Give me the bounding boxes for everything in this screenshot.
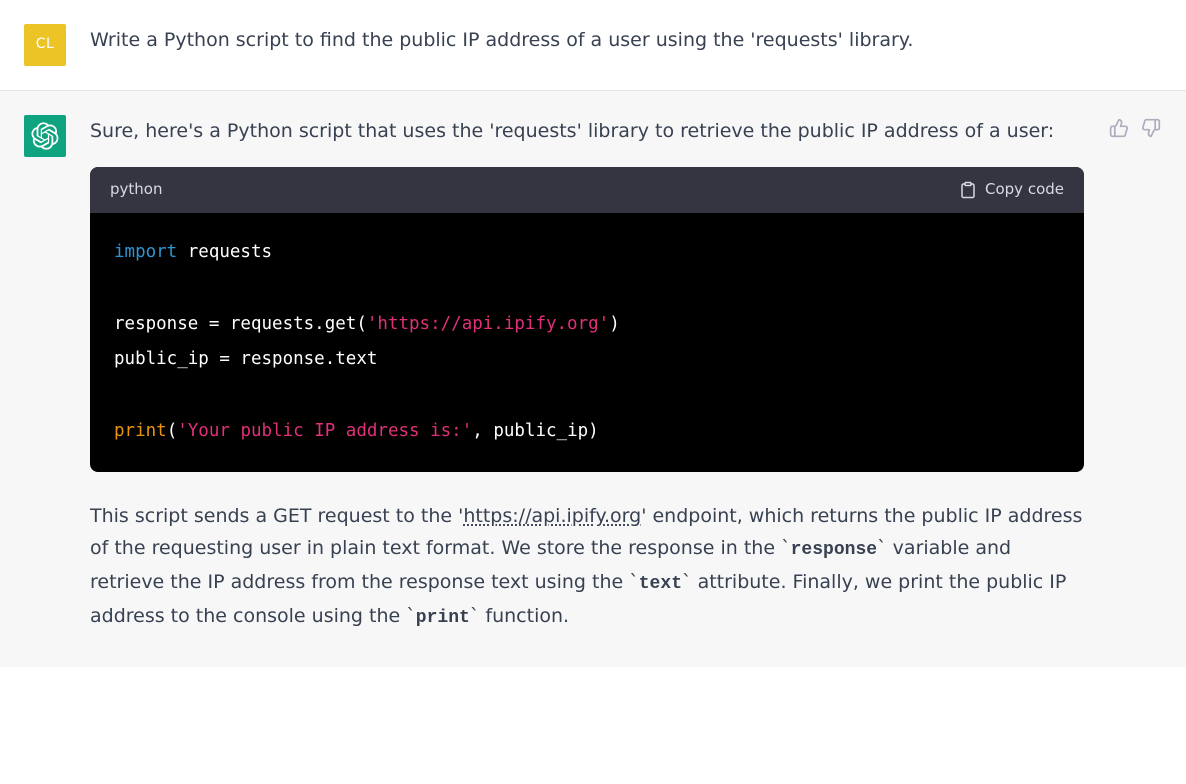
copy-code-button[interactable]: Copy code bbox=[959, 177, 1064, 203]
code-block: python Copy code import requests respons… bbox=[90, 167, 1084, 472]
user-avatar: CL bbox=[24, 24, 66, 66]
explanation-fragment: This script sends a GET request to the ' bbox=[90, 505, 463, 527]
thumbs-down-button[interactable] bbox=[1140, 117, 1162, 139]
user-message-row: CL Write a Python script to find the pub… bbox=[0, 0, 1186, 91]
openai-logo-icon bbox=[31, 122, 59, 150]
copy-code-label: Copy code bbox=[985, 177, 1064, 203]
inline-code-response: response bbox=[791, 540, 878, 560]
thumbs-up-button[interactable] bbox=[1108, 117, 1130, 139]
assistant-explanation: This script sends a GET request to the '… bbox=[90, 500, 1084, 633]
assistant-message-content: Sure, here's a Python script that uses t… bbox=[90, 115, 1084, 643]
endpoint-url[interactable]: https://api.ipify.org bbox=[463, 505, 641, 527]
code-block-header: python Copy code bbox=[90, 167, 1084, 213]
thumbs-up-icon bbox=[1109, 118, 1129, 138]
assistant-intro-text: Sure, here's a Python script that uses t… bbox=[90, 115, 1084, 147]
user-message-text: Write a Python script to find the public… bbox=[90, 24, 1162, 66]
thumbs-down-icon bbox=[1141, 118, 1161, 138]
inline-code-print: print bbox=[416, 608, 470, 628]
feedback-actions bbox=[1108, 115, 1162, 643]
code-content[interactable]: import requests response = requests.get(… bbox=[90, 213, 1084, 472]
explanation-fragment: function. bbox=[479, 605, 569, 627]
assistant-avatar bbox=[24, 115, 66, 157]
inline-code-text: text bbox=[639, 574, 682, 594]
clipboard-icon bbox=[959, 181, 977, 199]
assistant-message-row: Sure, here's a Python script that uses t… bbox=[0, 91, 1186, 667]
code-language-label: python bbox=[110, 177, 162, 203]
